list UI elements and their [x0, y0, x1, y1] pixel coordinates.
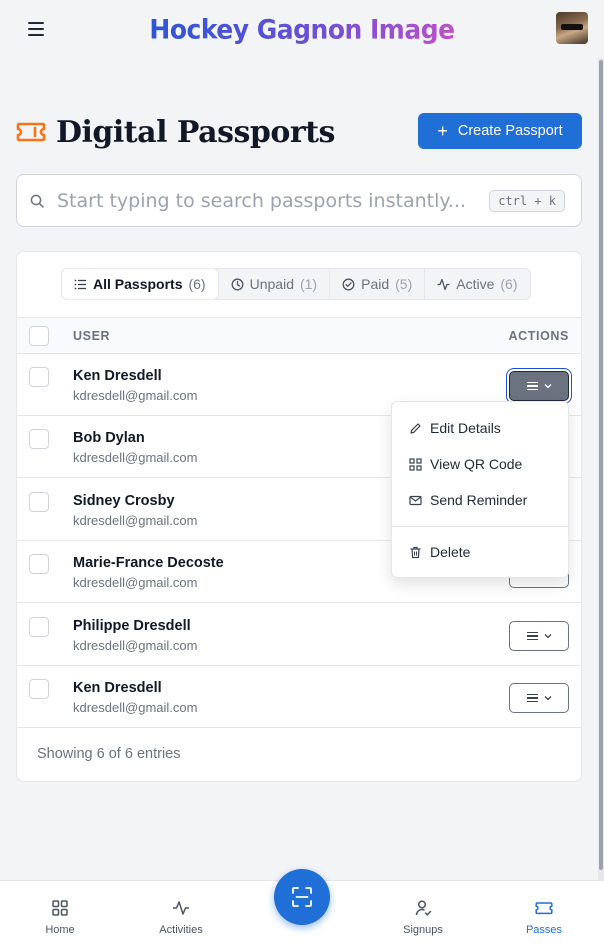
menu-lines-icon [526, 693, 538, 703]
nav-label: Passes [525, 924, 563, 936]
user-name: Ken Dresdell [73, 680, 162, 696]
scan-button[interactable] [274, 869, 330, 925]
nav-label: Home [45, 924, 75, 936]
user-avatar[interactable] [556, 12, 588, 44]
row-actions-button[interactable] [509, 371, 569, 401]
tab-paid[interactable]: Paid (5) [330, 269, 426, 299]
user-name: Sidney Crosby [73, 493, 175, 509]
row-actions-button[interactable] [509, 621, 569, 651]
tab-active[interactable]: Active (6) [425, 269, 529, 299]
nav-item-passes[interactable]: Passes [504, 899, 584, 936]
check-circle-icon [342, 278, 355, 290]
nav-label: Signups [403, 924, 443, 936]
user-name: Bob Dylan [73, 430, 145, 446]
select-all-checkbox[interactable] [29, 326, 49, 346]
menu-item-label: Edit Details [430, 420, 501, 436]
search-bar: ctrl + k [16, 174, 582, 227]
tab-count: (6) [188, 276, 206, 292]
tab-label: Unpaid [249, 276, 294, 292]
menu-item-label: View QR Code [430, 456, 523, 472]
menu-item-send-reminder[interactable]: Send Reminder [392, 482, 568, 518]
menu-item-delete[interactable]: Delete [392, 534, 568, 570]
tab-count: (1) [299, 276, 318, 292]
tab-count: (5) [395, 276, 413, 292]
tab-count: (6) [500, 276, 518, 292]
ticket-icon [16, 122, 46, 142]
row-checkbox[interactable] [29, 554, 49, 574]
menu-lines-icon [526, 631, 538, 641]
user-email: kdresdell@gmail.com [73, 700, 198, 715]
row-checkbox[interactable] [29, 429, 49, 449]
create-passport-button[interactable]: + Create Passport [418, 113, 582, 149]
row-checkbox[interactable] [29, 492, 49, 512]
grid-icon [52, 900, 68, 916]
tab-label: All Passports [93, 276, 183, 292]
mail-icon [409, 495, 422, 505]
user-email: kdresdell@gmail.com [73, 388, 198, 403]
filter-tabs: All Passports (6) Unpaid (1) Paid (5) Ac… [61, 268, 531, 300]
nav-item-home[interactable]: Home [20, 899, 100, 936]
user-email: kdresdell@gmail.com [73, 638, 198, 653]
menu-divider [392, 526, 568, 527]
menu-item-label: Send Reminder [430, 492, 528, 508]
table-row: Ken Dresdell kdresdell@gmail.com [17, 666, 581, 728]
user-email: kdresdell@gmail.com [73, 513, 198, 528]
menu-item-label: Delete [430, 544, 471, 560]
app-header: Hockey Gagnon Image [0, 0, 604, 58]
search-input[interactable] [57, 189, 490, 212]
column-header-user: USER [73, 328, 111, 343]
page-title: Digital Passports [56, 114, 335, 150]
row-actions-menu: Edit Details View QR Code Send Reminder … [391, 401, 569, 578]
row-checkbox[interactable] [29, 679, 49, 699]
scrollbar-thumb[interactable] [599, 60, 603, 870]
user-name: Marie-France Decoste [73, 555, 224, 571]
nav-item-signups[interactable]: Signups [383, 899, 463, 936]
keyboard-shortcut-badge: ctrl + k [489, 189, 565, 212]
row-checkbox[interactable] [29, 617, 49, 637]
page-title-row: Digital Passports + Create Passport [16, 112, 582, 152]
chevron-down-icon [544, 696, 551, 701]
row-actions-button[interactable] [509, 683, 569, 713]
entries-summary: Showing 6 of 6 entries [37, 746, 181, 762]
user-email: kdresdell@gmail.com [73, 450, 198, 465]
plus-icon: + [437, 121, 448, 141]
scan-icon [292, 887, 312, 907]
pencil-icon [410, 422, 421, 434]
qr-code-icon [409, 457, 422, 471]
nav-item-activities[interactable]: Activities [141, 899, 221, 936]
create-passport-label: Create Passport [457, 123, 563, 139]
user-name: Ken Dresdell [73, 368, 162, 384]
table-header: USER ACTIONS [17, 317, 581, 354]
column-header-actions: ACTIONS [508, 328, 569, 343]
menu-item-view-qr-code[interactable]: View QR Code [392, 446, 568, 482]
activity-icon [437, 278, 450, 290]
table-row: Philippe Dresdell kdresdell@gmail.com [17, 604, 581, 666]
tab-all-passports[interactable]: All Passports (6) [61, 268, 219, 300]
chevron-down-icon [544, 634, 551, 639]
user-check-icon [415, 900, 432, 916]
menu-item-edit-details[interactable]: Edit Details [392, 410, 568, 446]
clock-icon [231, 278, 244, 290]
chevron-down-icon [544, 384, 551, 389]
user-name: Philippe Dresdell [73, 618, 191, 634]
menu-lines-icon [526, 381, 538, 391]
brand-title: Hockey Gagnon Image [149, 13, 455, 45]
activity-icon [173, 901, 189, 915]
tab-label: Paid [361, 276, 390, 292]
nav-label: Activities [159, 924, 203, 936]
hamburger-menu-button[interactable] [22, 18, 50, 40]
search-icon [30, 194, 44, 208]
tab-label: Active [456, 276, 495, 292]
trash-icon [410, 546, 421, 558]
ticket-icon [535, 902, 553, 915]
user-email: kdresdell@gmail.com [73, 575, 198, 590]
row-checkbox[interactable] [29, 367, 49, 387]
bottom-navigation: Home Activities Signups Passes [0, 869, 604, 952]
list-icon [74, 279, 86, 289]
tab-unpaid[interactable]: Unpaid (1) [219, 269, 331, 299]
